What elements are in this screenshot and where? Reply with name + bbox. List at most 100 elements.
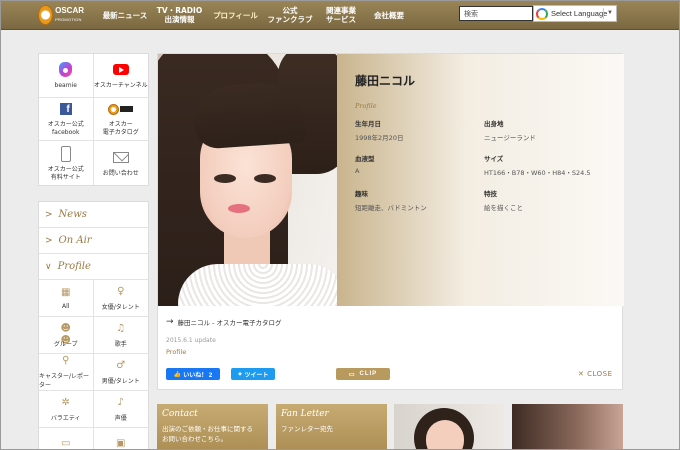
clip-label: CLIP: [359, 371, 378, 377]
field-value: HT166・B78・W60・H84・S24.5: [484, 169, 591, 177]
photo-tile[interactable]: [512, 404, 623, 450]
link-label: オスカーチャンネル: [93, 81, 148, 89]
link-paid-site[interactable]: オスカー公式 有料サイト: [39, 141, 94, 185]
link-label: オスカー公式 facebook: [47, 121, 84, 137]
field-value: 短距離走、バドミントン: [355, 204, 427, 212]
facebook-icon: f: [59, 103, 72, 116]
profile-link[interactable]: Profile: [166, 348, 186, 356]
photo-tile[interactable]: [394, 404, 504, 450]
menu-profile[interactable]: ∨ Profile: [39, 254, 148, 280]
close-icon: ✕: [578, 370, 585, 378]
close-button[interactable]: ✕ CLOSE: [578, 370, 613, 378]
chevron-right-icon: >: [45, 209, 53, 220]
like-label: いいね！ 2: [183, 372, 213, 379]
facebook-like-button[interactable]: 👍 いいね！ 2: [166, 368, 220, 380]
field-value: 1998年2月20日: [355, 134, 404, 142]
catalog-link[interactable]: → 藤田ニコル - オスカー電子カタログ: [166, 317, 282, 327]
nav-profile[interactable]: プロフィール: [207, 0, 264, 30]
category-book[interactable]: ▭: [39, 428, 94, 450]
field-size: サイズ HT166・B78・W60・H84・S24.5: [484, 153, 620, 177]
category-label: バラエティ: [50, 414, 81, 422]
link-e-catalog[interactable]: オスカー 電子カタログ: [93, 98, 148, 142]
category-caster[interactable]: ⚲ キャスター/レポーター: [39, 354, 94, 391]
profile-actions: → 藤田ニコル - オスカー電子カタログ 2015.6.1 update Pro…: [158, 306, 624, 391]
fan-letter-tile[interactable]: Fan Letter ファンレター宛先: [276, 404, 387, 450]
category-box[interactable]: ▣: [94, 428, 149, 450]
profile-section-label: Profile: [355, 102, 377, 110]
fan-letter-title: Fan Letter: [281, 409, 329, 419]
field-birthplace: 出身地 ニュージーランド: [484, 118, 604, 142]
field-key: 特技: [484, 190, 497, 198]
category-label: グループ: [53, 340, 78, 348]
field-key: 出身地: [484, 120, 504, 128]
oscar-catalog-icon: [107, 103, 134, 115]
menu-news[interactable]: > News: [39, 202, 148, 228]
oscar-logo-icon: [38, 5, 54, 25]
variety-icon: ✲: [61, 396, 70, 408]
category-actress[interactable]: ♀ 女優/タレント: [93, 280, 148, 317]
sidebar-links: beamie オスカーチャンネル f オスカー公式 facebook オスカー …: [38, 53, 149, 186]
chevron-down-icon: ∨: [45, 261, 52, 272]
category-group[interactable]: ☻☻ グループ: [39, 317, 94, 354]
google-icon: [536, 7, 548, 20]
close-label: CLOSE: [587, 370, 613, 378]
link-oscar-channel[interactable]: オスカーチャンネル: [93, 54, 148, 98]
group-icon: ☻☻: [60, 322, 71, 346]
tweet-label: ツイート: [244, 372, 269, 379]
language-label: Select Language: [551, 9, 608, 18]
menu-label: News: [58, 209, 87, 220]
book-icon: ▭: [61, 438, 71, 449]
category-label: 男優/タレント: [101, 377, 140, 385]
category-singer[interactable]: ♫ 歌手: [93, 317, 148, 354]
menu-label: Profile: [57, 261, 91, 272]
clip-button[interactable]: ▭ CLIP: [336, 368, 390, 380]
link-facebook[interactable]: f オスカー公式 facebook: [39, 97, 94, 142]
field-value: 絵を描くこと: [484, 204, 523, 212]
menu-label: On Air: [58, 235, 92, 246]
clip-icon: ▭: [348, 371, 355, 378]
field-key: 血液型: [355, 155, 375, 163]
language-select[interactable]: Select Language ▼: [533, 5, 617, 22]
field-key: サイズ: [484, 155, 504, 163]
menu-on-air[interactable]: > On Air: [39, 228, 148, 254]
profile-panel: 藤田ニコル Profile 生年月日 1998年2月20日 出身地 ニュージーラ…: [157, 53, 624, 391]
category-voice[interactable]: ♪ 声優: [93, 391, 148, 428]
dropdown-arrow-icon: ▼: [607, 10, 613, 16]
link-label: オスカー 電子カタログ: [102, 121, 139, 137]
tweet-button[interactable]: ✦ ツイート: [231, 368, 275, 380]
contact-description: 出演のご依頼・お仕事に関する お問い合わせこちら。: [162, 425, 253, 443]
logo-text: OSCAR: [55, 6, 84, 15]
contact-tile[interactable]: Contact 出演のご依頼・お仕事に関する お問い合わせこちら。: [157, 404, 268, 450]
smartphone-icon: [60, 145, 71, 162]
nav-company[interactable]: 会社概要: [366, 0, 412, 30]
link-contact[interactable]: お問い合わせ: [94, 141, 149, 185]
nav-fanclub[interactable]: 公式 ファンクラブ: [264, 0, 316, 30]
search-input[interactable]: 検索: [459, 6, 533, 21]
sidebar-menu: > News > On Air ∨ Profile ▦ All ♀ 女優/タレント …: [38, 201, 149, 450]
category-actor[interactable]: ♂ 男優/タレント: [93, 354, 148, 391]
category-variety[interactable]: ✲ バラエティ: [39, 391, 94, 428]
nav-related-services[interactable]: 関連事業 サービス: [316, 0, 366, 30]
mail-icon: [112, 152, 129, 164]
category-label: All: [62, 302, 70, 310]
actor-icon: ♂: [116, 359, 126, 371]
oscar-logo[interactable]: OSCAR PROMOTION: [38, 3, 84, 27]
link-label: オスカー公式 有料サイト: [47, 165, 84, 181]
voice-mic-icon: ♪: [117, 396, 124, 408]
link-beamie[interactable]: beamie: [39, 54, 94, 98]
chevron-right-icon: >: [45, 235, 53, 246]
arrow-right-icon: →: [166, 317, 174, 327]
youtube-icon: [112, 64, 129, 76]
category-all[interactable]: ▦ All: [39, 280, 94, 317]
field-skill: 特技 絵を描くこと: [484, 188, 604, 212]
field-blood-type: 血液型 A: [355, 153, 475, 175]
category-label: 女優/タレント: [101, 303, 140, 311]
field-value: ニュージーランド: [484, 134, 536, 142]
nav-news[interactable]: 最新ニュース: [98, 0, 152, 30]
fan-letter-description: ファンレター宛先: [281, 425, 333, 433]
field-birthday: 生年月日 1998年2月20日: [355, 118, 475, 142]
catalog-link-label: 藤田ニコル - オスカー電子カタログ: [177, 319, 282, 327]
link-label: beamie: [54, 81, 77, 89]
field-key: 趣味: [355, 190, 368, 198]
nav-tv-radio[interactable]: TV・RADIO 出演情報: [152, 0, 207, 30]
